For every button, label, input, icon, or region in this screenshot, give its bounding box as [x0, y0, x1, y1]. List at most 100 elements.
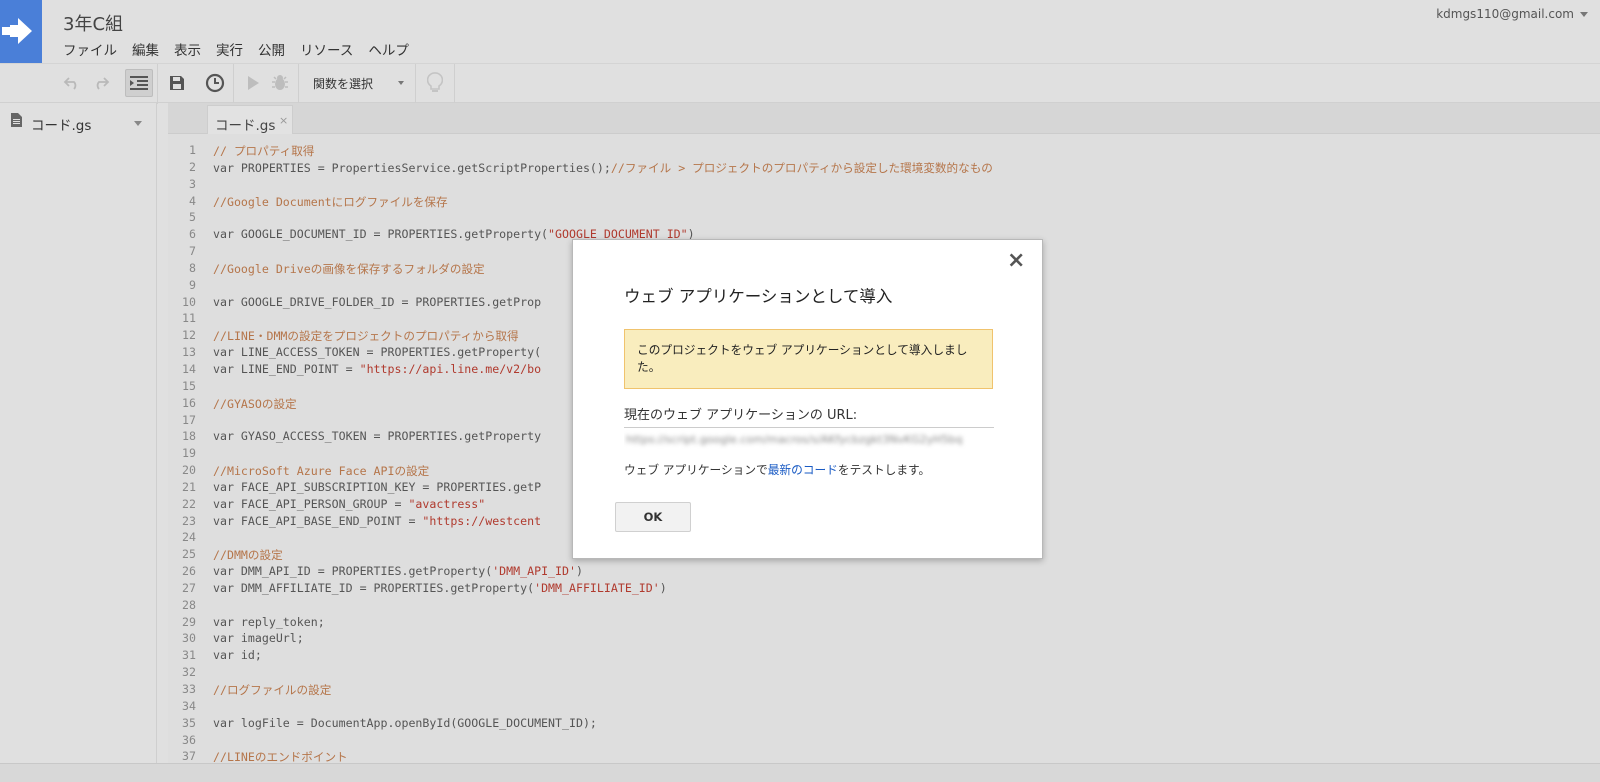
code-line[interactable]: 35 var logFile = DocumentApp.openById(GOO… [168, 716, 1600, 733]
code-line[interactable]: 5 [168, 210, 1600, 227]
file-panel: コード.gs [0, 103, 157, 763]
toolbar-separator [415, 64, 416, 104]
line-number: 29 [182, 614, 196, 629]
triggers-button[interactable] [201, 69, 229, 97]
code-line[interactable]: 29 var reply_token; [168, 615, 1600, 632]
code-line[interactable]: 4 //Google Documentにログファイルを保存 [168, 194, 1600, 211]
code-token: var id; [213, 648, 262, 663]
chevron-down-icon[interactable] [398, 81, 404, 85]
menu-publish[interactable]: 公開 [258, 39, 285, 59]
toolbar-separator [454, 64, 455, 104]
line-number: 1 [189, 143, 196, 157]
code-token: var GOOGLE_DOCUMENT_ID = PROPERTIES.getP… [213, 227, 549, 242]
code-text: var reply_token; [213, 615, 325, 629]
code-string: "https://westcent [422, 513, 542, 528]
code-line[interactable]: 26 var DMM_API_ID = PROPERTIES.getPropert… [168, 564, 1600, 581]
line-number: 28 [182, 597, 196, 612]
tab-code-gs[interactable]: コード.gs × [207, 105, 293, 134]
project-title[interactable]: 3年C組 [63, 10, 123, 36]
code-line[interactable]: 28 [168, 598, 1600, 615]
deploy-dialog: × ウェブ アプリケーションとして導入 このプロジェクトをウェブ アプリケーショ… [572, 239, 1043, 559]
code-token: ) [575, 564, 583, 579]
line-number: 11 [182, 311, 196, 326]
code-line[interactable]: 31 var id; [168, 648, 1600, 665]
code-line[interactable]: 27 var DMM_AFFILIATE_ID = PROPERTIES.getP… [168, 581, 1600, 598]
close-icon[interactable]: × [279, 114, 288, 127]
code-comment: //Google Driveの画像を保存するフォルダの設定 [213, 261, 485, 276]
code-text: var LINE_ACCESS_TOKEN = PROPERTIES.getPr… [213, 345, 541, 359]
code-line[interactable]: 34 [168, 699, 1600, 716]
code-text: var LINE_END_POINT = "https://api.line.m… [213, 362, 541, 376]
code-token: var logFile = DocumentApp.openById(GOOGL… [213, 715, 597, 730]
menu-view[interactable]: 表示 [174, 39, 201, 59]
file-item[interactable]: コード.gs [0, 110, 157, 134]
code-string: "https://api.line.me/v2/bo [359, 361, 542, 376]
undo-button[interactable] [58, 69, 86, 97]
indent-icon [130, 76, 148, 90]
horizontal-scrollbar[interactable] [0, 763, 1600, 782]
save-button[interactable] [163, 69, 191, 97]
code-string: 'DMM_AFFILIATE_ID' [534, 580, 660, 595]
indent-button[interactable] [125, 69, 153, 97]
code-text: //LINE・DMMの設定をプロジェクトのプロパティから取得 [213, 328, 519, 344]
code-text: //Google Documentにログファイルを保存 [213, 194, 448, 210]
code-line[interactable]: 33 //ログファイルの設定 [168, 682, 1600, 699]
ok-button[interactable]: OK [615, 502, 691, 532]
code-token: ) [659, 580, 667, 595]
debug-button[interactable] [266, 69, 294, 97]
code-comment: //ファイル > プロジェクトのプロパティから設定した環境変数的なもの [610, 160, 993, 175]
menu-bar: ファイル 編集 表示 実行 公開 リソース ヘルプ [63, 39, 424, 59]
test-prefix: ウェブ アプリケーションで [624, 463, 768, 477]
code-token: var FACE_API_SUBSCRIPTION_KEY = PROPERTI… [213, 479, 542, 494]
line-number: 14 [182, 361, 196, 376]
code-comment: //ログファイルの設定 [213, 683, 332, 697]
function-select[interactable]: 関数を選択 [305, 69, 413, 97]
code-comment: //Google Documentにログファイルを保存 [213, 194, 448, 209]
menu-resources[interactable]: リソース [300, 39, 353, 59]
code-string: 'DMM_API_ID' [492, 564, 576, 579]
menu-help[interactable]: ヘルプ [368, 39, 409, 59]
close-icon[interactable]: × [1007, 250, 1025, 272]
suggestions-button[interactable] [421, 69, 449, 97]
chevron-down-icon[interactable] [134, 121, 142, 126]
run-button[interactable] [239, 69, 267, 97]
code-line[interactable]: 32 [168, 665, 1600, 682]
line-number: 31 [182, 648, 196, 663]
menu-run[interactable]: 実行 [216, 39, 243, 59]
code-line[interactable]: 30 var imageUrl; [168, 631, 1600, 648]
toolbar-separator [157, 64, 158, 104]
line-number: 32 [182, 665, 196, 680]
apps-script-logo[interactable] [0, 0, 42, 63]
line-number: 23 [182, 513, 196, 528]
code-token: var PROPERTIES = PropertiesService.getSc… [213, 160, 611, 175]
code-text: //ログファイルの設定 [213, 682, 331, 698]
toolbar-separator [233, 64, 234, 104]
lightbulb-icon [427, 72, 443, 92]
account-email[interactable]: kdmgs110@gmail.com [1436, 7, 1574, 21]
code-text: var logFile = DocumentApp.openById(GOOGL… [213, 716, 597, 730]
code-token: var LINE_END_POINT = [213, 361, 360, 376]
menu-file[interactable]: ファイル [63, 39, 117, 59]
latest-code-link[interactable]: 最新のコード [768, 463, 838, 477]
code-line[interactable]: 36 [168, 733, 1600, 750]
code-line[interactable]: 1 // プロパティ取得 [168, 143, 1600, 160]
clock-icon [205, 73, 225, 93]
test-instructions: ウェブ アプリケーションで最新のコードをテストします。 [624, 461, 930, 478]
chevron-down-icon[interactable] [1580, 12, 1588, 17]
menu-edit[interactable]: 編集 [132, 39, 159, 59]
line-number: 2 [189, 159, 196, 174]
redo-button[interactable] [87, 69, 115, 97]
web-app-url-field[interactable]: https://script.google.com/macros/s/AKfyc… [624, 427, 994, 449]
line-number: 5 [189, 210, 196, 225]
code-comment: //DMMの設定 [213, 548, 283, 563]
code-line[interactable]: 2 var PROPERTIES = PropertiesService.getS… [168, 160, 1600, 177]
toolbar: 関数を選択 [0, 63, 1600, 104]
toolbar-separator [298, 64, 299, 104]
line-number: 8 [189, 260, 196, 275]
test-suffix: をテストします。 [837, 463, 931, 477]
code-text: var id; [213, 648, 262, 662]
redo-icon [96, 77, 110, 90]
code-line[interactable]: 3 [168, 177, 1600, 194]
code-text: var DMM_AFFILIATE_ID = PROPERTIES.getPro… [213, 581, 667, 595]
header: 3年C組 ファイル 編集 表示 実行 公開 リソース ヘルプ kdmgs110@… [0, 0, 1600, 63]
